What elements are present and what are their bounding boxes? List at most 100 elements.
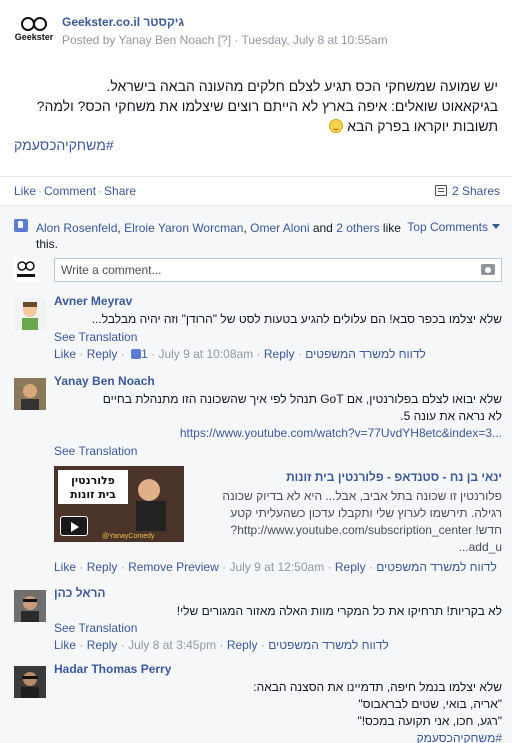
top-comments-dropdown[interactable]: Top Comments (407, 220, 500, 234)
comment-reply-link[interactable]: Reply (264, 347, 295, 361)
comment-reply-button[interactable]: Reply (87, 638, 118, 652)
thumbs-up-icon (14, 219, 28, 232)
comment-meta: Like · Reply · July 8 at 3:45pm · Reply … (54, 638, 389, 652)
separator: · (256, 347, 261, 361)
page-logo[interactable]: Geekster (14, 12, 54, 52)
shares-count[interactable]: 2 Shares (434, 184, 500, 198)
comment-line: שלא יצלמו בכפר סבא! הם עלולים להגיע בטעו… (91, 312, 502, 326)
post-body-line: בגיקאאוט שואלים: איפה בארץ לא הייתם רוצי… (36, 98, 498, 114)
thumb-title-1: פלורנטין (71, 474, 115, 487)
separator: · (38, 184, 43, 198)
comment-meta: Like · Reply · Remove Preview · July 9 a… (54, 560, 497, 574)
comment-author[interactable]: הראל כהן (54, 586, 106, 600)
dot-separator: · (234, 33, 239, 47)
comment-like-count[interactable]: 1 (141, 347, 148, 361)
see-translation-link[interactable]: See Translation (54, 444, 137, 458)
preview-description: פלורנטין זו שכונה בתל אביב, אבל... היא ל… (222, 488, 502, 556)
see-translation-link[interactable]: See Translation (54, 621, 137, 635)
smiley-icon (329, 119, 344, 133)
avatar[interactable] (14, 666, 46, 698)
page-name-en[interactable]: Geekster.co.il (62, 15, 140, 29)
likers-text: Alon Rosenfeld, Elroie Yaron Worcman, Om… (36, 221, 401, 251)
like-button[interactable]: Like (14, 184, 36, 198)
share-button[interactable]: Share (104, 184, 136, 198)
comment-timestamp[interactable]: July 8 at 3:45pm (128, 638, 216, 652)
posted-by-label: Posted by (62, 33, 116, 47)
liker-name[interactable]: Elroie Yaron Worcman (124, 221, 243, 235)
comment-meta: Like · Reply · 1 · July 9 at 10:08am · R… (54, 347, 426, 361)
comment-like-button[interactable]: Like (54, 560, 76, 574)
posted-marker[interactable]: [?] (218, 33, 231, 47)
post-body-line: יש שמועה שמשחקי הכס תגיע לצלם חלקים מהעו… (106, 78, 499, 94)
comment-author[interactable]: Yanay Ben Noach (54, 374, 155, 388)
comment-timestamp[interactable]: July 9 at 12:50am (229, 560, 324, 574)
likes-summary: Alon Rosenfeld, Elroie Yaron Worcman, Om… (14, 216, 502, 251)
comment-line: לא בקריות! תרחיקו את כל המקרי מוות האלה … (176, 604, 502, 618)
comment-input-placeholder: Write a comment... (61, 263, 162, 277)
report-link[interactable]: לדווח למשרד המשפטים (268, 638, 389, 652)
preview-title[interactable]: ינאי בן נח - סטנדאפ - פלורנטין בית זונות (286, 470, 502, 484)
write-comment-row: Write a comment... (14, 258, 502, 282)
comment-text: לא בקריות! תרחיקו את כל המקרי מוות האלה … (54, 603, 502, 620)
preview-desc-line: פלורנטין זו שכונה בתל אביב, אבל... היא ל… (222, 489, 502, 503)
separator: · (368, 560, 373, 574)
remove-preview-button[interactable]: Remove Preview (128, 560, 219, 574)
page-name-he[interactable]: גיקסטר (143, 15, 184, 29)
thumb-title-2: בית זונות (70, 488, 116, 501)
comment-timestamp[interactable]: July 9 at 10:08am (158, 347, 253, 361)
comment-text: שלא יצלמו בנמל חיפה, תדמיינו את הסצנה הב… (54, 679, 502, 743)
likers-and: and (312, 221, 333, 235)
current-user-avatar (14, 258, 38, 282)
comment-hashtag[interactable]: #משחקיהכסעמק (54, 730, 502, 743)
comment-author[interactable]: Avner Meyrav (54, 294, 132, 308)
comment-reply-button[interactable]: Reply (87, 347, 118, 361)
report-link[interactable]: לדווח למשרד המשפטים (305, 347, 426, 361)
separator: · (297, 347, 302, 361)
comment-reply-link[interactable]: Reply (335, 560, 366, 574)
preview-desc-line: add_u... (458, 540, 502, 554)
comment-line: שלא יצלמו בנמל חיפה, תדמיינו את הסצנה הב… (253, 680, 502, 694)
avatar[interactable] (14, 298, 46, 330)
comment-url-link[interactable]: https://www.youtube.com/watch?v=77UvdYH8… (180, 426, 502, 440)
likers-others-link[interactable]: 2 others (336, 221, 379, 235)
post-actions: Like · Comment · Share (14, 184, 136, 198)
camera-icon[interactable] (481, 264, 495, 275)
separator: · (79, 638, 84, 652)
top-comments-label[interactable]: Top Comments (407, 220, 488, 234)
comment-line: לא נראה את עונה 5. (400, 409, 502, 423)
separator: · (79, 560, 84, 574)
report-link[interactable]: לדווח למשרד המשפטים (376, 560, 497, 574)
separator: · (79, 347, 84, 361)
comment-author[interactable]: Hadar Thomas Perry (54, 662, 171, 676)
comment-like-button[interactable]: Like (54, 347, 76, 361)
post-hashtag[interactable]: #משחקיהכסעמק (14, 137, 114, 153)
actions-bar: Like · Comment · Share 2 Shares (0, 176, 512, 206)
comment-reply-link[interactable]: Reply (227, 638, 258, 652)
thumb-tag: @YanayComedy (102, 533, 155, 540)
liker-name[interactable]: Alon Rosenfeld (36, 221, 117, 235)
shares-count-label[interactable]: 2 Shares (452, 184, 500, 198)
link-preview[interactable]: פלורנטין בית זונות @YanayComedy ינאי בן … (54, 466, 502, 554)
avatar[interactable] (14, 590, 46, 622)
preview-thumbnail[interactable]: פלורנטין בית זונות @YanayComedy (54, 466, 184, 542)
comment-line: שלא יבואו לצלם בפלורנטין, אם GoT תנהל לפ… (102, 392, 502, 406)
see-translation-link[interactable]: See Translation (54, 330, 137, 344)
poster-name[interactable]: Yanay Ben Noach (119, 33, 215, 47)
comment-button[interactable]: Comment (44, 184, 96, 198)
comment-input[interactable]: Write a comment... (54, 258, 502, 282)
page-name[interactable]: Geekster.co.il גיקסטר (62, 15, 184, 29)
liker-name[interactable]: Omer Aloni (250, 221, 309, 235)
comment-text: שלא יבואו לצלם בפלורנטין, אם GoT תנהל לפ… (54, 391, 502, 425)
comment: Avner Meyrav שלא יצלמו בכפר סבא! הם עלול… (14, 294, 502, 370)
comment-like-button[interactable]: Like (54, 638, 76, 652)
play-icon[interactable] (60, 516, 88, 536)
separator: · (260, 638, 265, 652)
separator: · (327, 560, 332, 574)
comment-reply-button[interactable]: Reply (87, 560, 118, 574)
posted-by-line: Posted by Yanay Ben Noach [?] · Tuesday,… (62, 33, 388, 47)
post-body-line-text: תשובות יוקראו בפרק הבא (347, 118, 498, 134)
comment-text: שלא יצלמו בכפר סבא! הם עלולים להגיע בטעו… (54, 311, 502, 328)
separator: · (151, 347, 156, 361)
avatar[interactable] (14, 378, 46, 410)
post-timestamp[interactable]: Tuesday, July 8 at 10:55am (242, 33, 388, 47)
